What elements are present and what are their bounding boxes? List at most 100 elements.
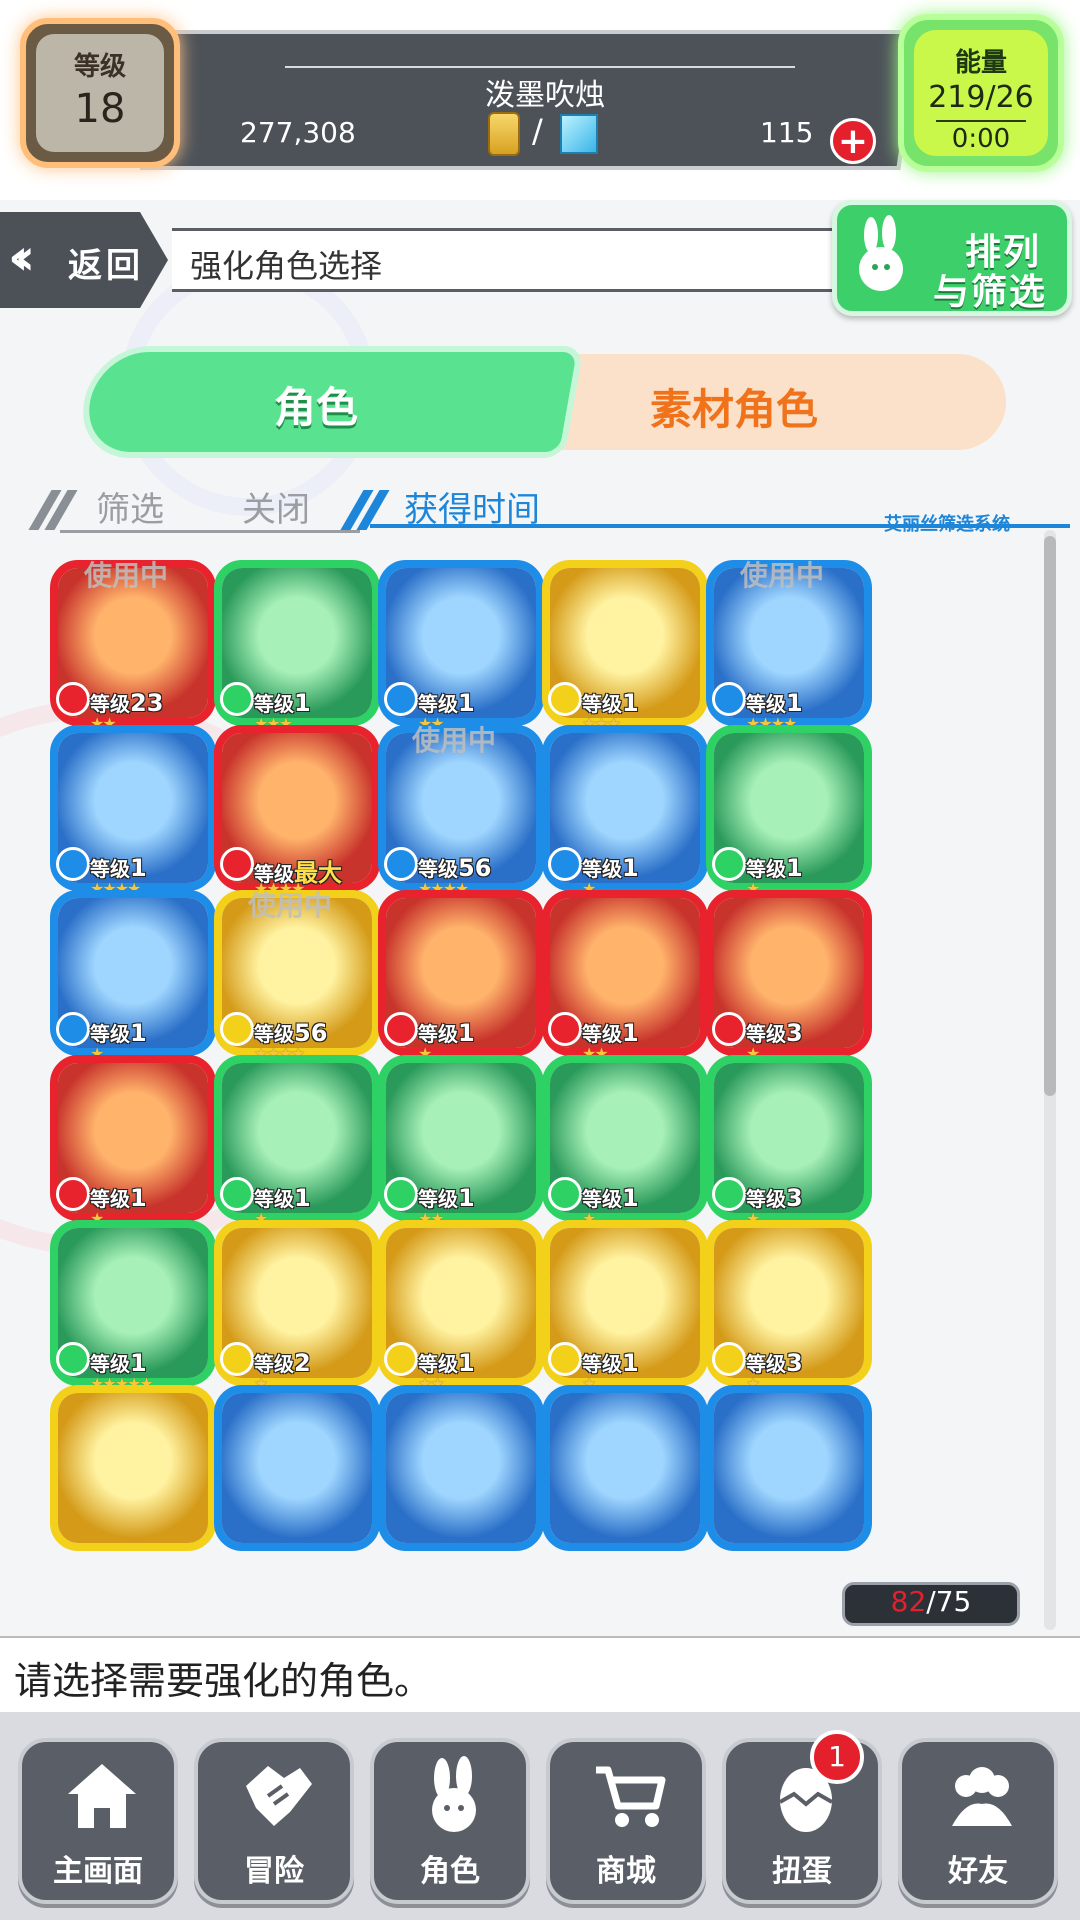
in-use-label: 使用中 — [740, 560, 825, 592]
character-card[interactable]: 等级3 ★ — [706, 890, 876, 1063]
character-card[interactable]: 等级3 ★ — [706, 1220, 876, 1393]
character-level-value: 1 — [458, 1349, 475, 1377]
back-button[interactable]: ‹‹ 返回 — [0, 212, 168, 308]
sort-filter-button[interactable]: 排列 与筛选 — [832, 200, 1072, 316]
count-max: /75 — [926, 1585, 972, 1618]
character-card[interactable]: 等级56 ★★★★ 使用中 — [378, 724, 548, 898]
nature-element-icon — [384, 1177, 418, 1211]
separator: / — [532, 112, 543, 150]
character-card[interactable]: 等级56 ★★★★ 使用中 — [214, 889, 384, 1063]
character-card[interactable]: 等级1 ★ — [542, 725, 712, 898]
nature-element-icon — [56, 1342, 90, 1376]
filter-value[interactable]: 关闭 — [242, 482, 310, 531]
character-level: 等级2 — [254, 1348, 311, 1377]
cart-icon — [596, 1766, 666, 1827]
character-card[interactable]: 等级1 ★ — [214, 1055, 384, 1228]
coin-icon — [488, 112, 520, 156]
character-card[interactable] — [50, 1385, 220, 1557]
back-label: 返回 — [68, 246, 144, 286]
character-card[interactable]: 等级2 ★ — [214, 1220, 384, 1393]
character-card[interactable]: 等级1 ★ — [542, 1055, 712, 1228]
character-card[interactable]: 等级1 ★ — [50, 890, 220, 1063]
home-icon — [68, 1764, 136, 1828]
nav-character[interactable]: 角色 — [370, 1738, 530, 1904]
energy-timer: 0:00 — [951, 124, 1011, 154]
character-card[interactable]: 等级1 ★★ — [378, 1220, 548, 1393]
nav-shop-label: 商城 — [596, 1854, 656, 1889]
character-card[interactable]: 等级1 ★★★ — [214, 560, 384, 733]
character-card[interactable]: 等级23 ★★ 使用中 — [50, 560, 220, 733]
character-level-label: 等级 — [746, 1352, 786, 1376]
character-card[interactable] — [378, 1385, 548, 1557]
character-level-label: 等级 — [90, 857, 130, 881]
nav-friends[interactable]: 好友 — [898, 1738, 1058, 1904]
scrollbar[interactable] — [1044, 530, 1056, 1630]
add-currency-button[interactable]: + — [830, 118, 876, 164]
nav-shop[interactable]: 商城 — [546, 1738, 706, 1904]
character-level: 等级1 — [418, 1018, 475, 1047]
character-level-value: 3 — [786, 1019, 803, 1047]
character-level: 等级56 — [254, 1018, 327, 1047]
nav-gacha[interactable]: 扭蛋 1 — [722, 1730, 882, 1904]
character-card[interactable]: 等级1 ★ — [542, 1220, 712, 1393]
count-current: 82 — [890, 1585, 927, 1618]
character-level-label: 等级 — [90, 692, 130, 716]
fire-element-icon — [220, 847, 254, 881]
character-card[interactable]: 等级最大 ★★★★ — [214, 725, 384, 898]
nav-adventure[interactable]: 冒险 — [194, 1738, 354, 1904]
nature-element-icon — [712, 1177, 746, 1211]
character-card[interactable] — [706, 1385, 876, 1557]
character-level-value: 1 — [458, 1184, 475, 1212]
in-use-label: 使用中 — [412, 724, 497, 757]
sort-label-line2: 与筛选 — [933, 272, 1048, 313]
currency-icons: / — [488, 112, 598, 156]
character-level: 等级1 — [746, 853, 803, 882]
character-level-value: 56 — [294, 1019, 328, 1047]
thunder-element-icon — [712, 1342, 746, 1376]
fire-element-icon — [56, 1177, 90, 1211]
character-card[interactable]: 等级3 ★ — [706, 1055, 876, 1228]
energy-badge[interactable]: 能量 219/26 0:00 — [898, 14, 1064, 172]
character-card[interactable]: 等级1 ★★ — [542, 890, 712, 1063]
character-card[interactable] — [214, 1385, 384, 1557]
scrollbar-thumb[interactable] — [1044, 536, 1056, 1096]
character-level-label: 等级 — [746, 857, 786, 881]
level-badge-inner: 等级 18 — [36, 34, 164, 152]
player-name: 泼墨吹烛 — [485, 78, 605, 113]
character-level-label: 等级 — [90, 1022, 130, 1046]
in-use-label: 使用中 — [248, 889, 333, 922]
character-level-label: 等级 — [582, 692, 622, 716]
character-level: 等级1 — [582, 1183, 639, 1212]
rabbit-icon — [432, 1756, 476, 1832]
character-card[interactable]: 等级1 ★★★★★ — [50, 1220, 220, 1393]
character-level: 等级3 — [746, 1183, 803, 1212]
character-card[interactable]: 等级1 ★ — [378, 890, 548, 1063]
character-card[interactable] — [542, 1385, 712, 1557]
character-level-value: 1 — [786, 854, 803, 882]
character-level: 等级1 — [418, 1183, 475, 1212]
nav-home[interactable]: 主画面 — [18, 1738, 178, 1904]
divider — [60, 530, 360, 533]
character-card[interactable]: 等级1 ★ — [706, 725, 876, 898]
tab-material-label: 素材角色 — [650, 385, 819, 434]
nature-element-icon — [220, 1177, 254, 1211]
character-level-value: 1 — [294, 1184, 311, 1212]
water-element-icon — [548, 847, 582, 881]
character-card[interactable]: 等级1 ★ — [50, 1055, 220, 1228]
character-card[interactable]: 等级1 ★★★★ — [50, 725, 220, 898]
tab-character[interactable]: 角色 — [74, 346, 584, 458]
character-card[interactable]: 等级1 ★★★★ 使用中 — [706, 560, 876, 733]
character-card[interactable]: 等级1 ★★ — [378, 560, 548, 733]
character-card[interactable]: 等级1 ★★★ — [542, 560, 712, 733]
character-level: 等级1 — [582, 688, 639, 717]
rabbit-icon — [859, 215, 903, 291]
character-level-label: 等级 — [254, 692, 294, 716]
character-level: 等级1 — [582, 1348, 639, 1377]
filter-label[interactable]: 筛选 — [96, 482, 164, 531]
character-portrait — [222, 1393, 372, 1543]
nature-element-icon — [548, 1177, 582, 1211]
character-level: 等级23 — [90, 688, 163, 717]
water-element-icon — [56, 847, 90, 881]
character-level: 等级3 — [746, 1348, 803, 1377]
character-card[interactable]: 等级1 ★★ — [378, 1055, 548, 1228]
